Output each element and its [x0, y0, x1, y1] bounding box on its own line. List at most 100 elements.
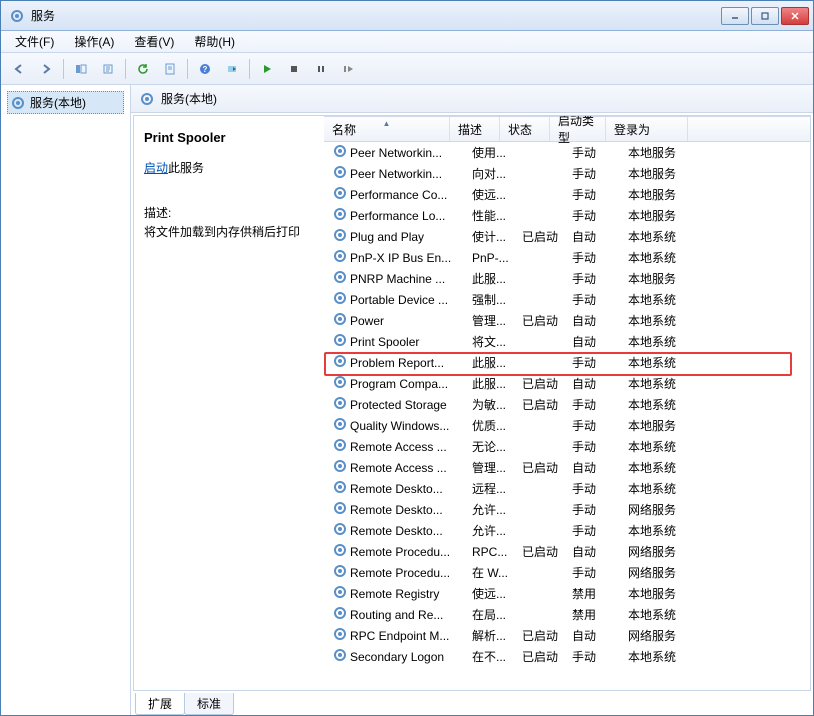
service-icon [328, 500, 346, 519]
action-button[interactable] [220, 57, 244, 81]
svc-logon: 网络服务 [624, 501, 706, 518]
service-icon [328, 164, 346, 183]
service-row[interactable]: Remote Access ...无论...手动本地系统 [324, 436, 810, 457]
service-row[interactable]: Problem Report...此服...手动本地系统 [324, 352, 810, 373]
svc-logon: 本地系统 [624, 648, 706, 665]
svc-name: Remote Deskto... [346, 524, 468, 538]
services-icon [9, 8, 25, 24]
service-row[interactable]: Routing and Re...在局...禁用本地系统 [324, 604, 810, 625]
titlebar: 服务 [1, 1, 813, 31]
service-icon [328, 185, 346, 204]
service-row[interactable]: Program Compa...此服...已启动自动本地系统 [324, 373, 810, 394]
svc-startup: 手动 [568, 417, 624, 434]
svc-startup: 手动 [568, 396, 624, 413]
stop-service-button[interactable] [282, 57, 306, 81]
detail-panel: Print Spooler 启动此服务 描述: 将文件加载到内存供稍后打印 [134, 116, 324, 690]
svc-desc: RPC... [468, 545, 518, 559]
menu-action[interactable]: 操作(A) [66, 31, 122, 52]
service-row[interactable]: Remote Procedu...RPC...已启动自动网络服务 [324, 541, 810, 562]
desc-text: 将文件加载到内存供稍后打印 [144, 223, 314, 240]
svc-logon: 本地系统 [624, 396, 706, 413]
svc-logon: 本地系统 [624, 606, 706, 623]
svc-status: 已启动 [518, 396, 568, 413]
col-logon[interactable]: 登录为 [606, 117, 688, 141]
menu-file[interactable]: 文件(F) [7, 31, 62, 52]
service-row[interactable]: Quality Windows...优质...手动本地服务 [324, 415, 810, 436]
svc-logon: 本地系统 [624, 375, 706, 392]
restart-service-button[interactable] [336, 57, 360, 81]
properties-button[interactable] [158, 57, 182, 81]
forward-button[interactable] [34, 57, 58, 81]
svc-startup: 手动 [568, 522, 624, 539]
back-button[interactable] [7, 57, 31, 81]
svc-desc: 解析... [468, 627, 518, 644]
pause-service-button[interactable] [309, 57, 333, 81]
maximize-button[interactable] [751, 7, 779, 25]
tab-standard[interactable]: 标准 [184, 693, 234, 715]
refresh-button[interactable] [131, 57, 155, 81]
service-row[interactable]: RPC Endpoint M...解析...已启动自动网络服务 [324, 625, 810, 646]
service-row[interactable]: Secondary Logon在不...已启动手动本地系统 [324, 646, 810, 667]
col-status[interactable]: 状态 [500, 117, 550, 141]
service-row[interactable]: Power管理...已启动自动本地系统 [324, 310, 810, 331]
svc-name: Plug and Play [346, 230, 468, 244]
service-row[interactable]: Print Spooler将文...自动本地系统 [324, 331, 810, 352]
service-row[interactable]: Performance Co...使远...手动本地服务 [324, 184, 810, 205]
service-row[interactable]: Remote Registry使远...禁用本地服务 [324, 583, 810, 604]
service-row[interactable]: Remote Access ...管理...已启动自动本地系统 [324, 457, 810, 478]
svc-status: 已启动 [518, 543, 568, 560]
svc-desc: 使远... [468, 585, 518, 602]
menu-view[interactable]: 查看(V) [126, 31, 182, 52]
svc-logon: 网络服务 [624, 543, 706, 560]
service-row[interactable]: Plug and Play使计...已启动自动本地系统 [324, 226, 810, 247]
service-icon [328, 332, 346, 351]
service-row[interactable]: Peer Networkin...向对...手动本地服务 [324, 163, 810, 184]
tab-extended[interactable]: 扩展 [135, 693, 185, 715]
show-hide-button[interactable] [69, 57, 93, 81]
svc-desc: 此服... [468, 354, 518, 371]
col-startup[interactable]: 启动类型 [550, 117, 606, 141]
svc-desc: 使远... [468, 186, 518, 203]
service-rows[interactable]: Peer Networkin...使用...手动本地服务Peer Network… [324, 142, 810, 690]
svc-desc: 在 W... [468, 564, 518, 581]
svc-status: 已启动 [518, 228, 568, 245]
tab-row: 扩展 标准 [131, 693, 813, 715]
svc-name: Problem Report... [346, 356, 468, 370]
service-row[interactable]: Remote Deskto...远程...手动本地系统 [324, 478, 810, 499]
svc-startup: 禁用 [568, 585, 624, 602]
service-row[interactable]: Remote Deskto...允许...手动网络服务 [324, 499, 810, 520]
toolbar: ? [1, 53, 813, 85]
col-desc[interactable]: 描述 [450, 117, 500, 141]
export-button[interactable] [96, 57, 120, 81]
svc-name: Routing and Re... [346, 608, 468, 622]
menu-help[interactable]: 帮助(H) [186, 31, 243, 52]
minimize-button[interactable] [721, 7, 749, 25]
svc-name: Secondary Logon [346, 650, 468, 664]
svc-logon: 本地服务 [624, 144, 706, 161]
service-row[interactable]: PnP-X IP Bus En...PnP-...手动本地系统 [324, 247, 810, 268]
close-button[interactable] [781, 7, 809, 25]
service-row[interactable]: PNRP Machine ...此服...手动本地服务 [324, 268, 810, 289]
service-icon [328, 563, 346, 582]
start-service-link[interactable]: 启动 [144, 161, 168, 175]
service-row[interactable]: Remote Procedu...在 W...手动网络服务 [324, 562, 810, 583]
svc-startup: 手动 [568, 564, 624, 581]
svc-startup: 手动 [568, 186, 624, 203]
right-header-label: 服务(本地) [161, 90, 217, 107]
service-icon [328, 143, 346, 162]
service-icon [328, 290, 346, 309]
service-row[interactable]: Protected Storage为敏...已启动手动本地系统 [324, 394, 810, 415]
help-button[interactable]: ? [193, 57, 217, 81]
start-service-button[interactable] [255, 57, 279, 81]
svc-logon: 本地系统 [624, 354, 706, 371]
svc-desc: 性能... [468, 207, 518, 224]
tree-root[interactable]: 服务(本地) [7, 91, 124, 114]
svc-startup: 自动 [568, 333, 624, 350]
service-row[interactable]: Remote Deskto...允许...手动本地系统 [324, 520, 810, 541]
svc-startup: 手动 [568, 501, 624, 518]
service-row[interactable]: Performance Lo...性能...手动本地服务 [324, 205, 810, 226]
service-row[interactable]: Portable Device ...强制...手动本地系统 [324, 289, 810, 310]
col-name[interactable]: 名称▲ [324, 117, 450, 141]
svc-logon: 本地服务 [624, 207, 706, 224]
svc-name: PNRP Machine ... [346, 272, 468, 286]
